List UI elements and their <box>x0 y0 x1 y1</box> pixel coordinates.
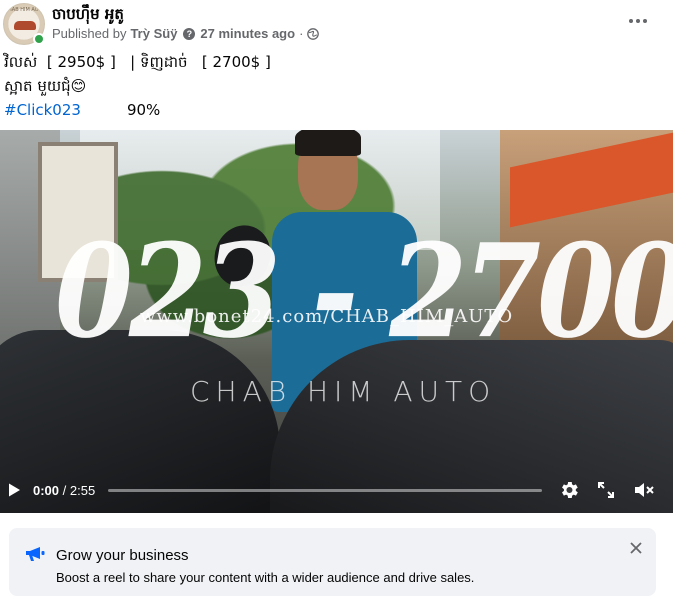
time-separator: / <box>59 483 70 498</box>
video-duration: 2:55 <box>69 483 96 498</box>
published-by-label: Published by <box>52 26 127 41</box>
post-caption: វិលស់ [ 2950$ ] | ទិញដាច់ [ 2700$ ] ស្អា… <box>4 52 271 124</box>
caption-tag-line: #Click023 90% <box>4 100 271 124</box>
video-player[interactable]: 023 - 2700$ www.bonet24.com/CHAB_HIM_AUT… <box>0 130 673 513</box>
condition-percent: 90% <box>126 101 161 119</box>
video-overlay-brand: CHAB HIM AUTO <box>190 375 497 408</box>
help-icon[interactable]: ? <box>183 27 196 40</box>
video-controls: 0:00 / 2:55 <box>0 472 673 508</box>
feed-post: CHAB HIM AUTO ចាបហ៊ឹម អូតូ Published by … <box>0 0 673 604</box>
hashtag-link[interactable]: #Click023 <box>4 101 81 119</box>
more-options-button[interactable] <box>625 8 651 34</box>
expand-icon[interactable] <box>597 481 615 499</box>
meta-separator: · <box>299 26 304 41</box>
more-dot <box>636 19 640 23</box>
boost-description: Boost a reel to share your content with … <box>56 570 475 585</box>
author-name-link[interactable]: Trỳ Süÿ <box>130 26 177 41</box>
post-meta: Published by Trỳ Süÿ ? 27 minutes ago · <box>52 26 320 41</box>
boost-title: Grow your business <box>56 547 189 564</box>
play-icon[interactable] <box>6 482 22 498</box>
video-scene-person-hair <box>295 130 361 156</box>
post-timestamp-link[interactable]: 27 minutes ago <box>200 26 295 41</box>
gear-icon[interactable] <box>558 479 580 501</box>
close-icon[interactable] <box>628 540 644 556</box>
current-time: 0:00 <box>33 483 60 498</box>
video-overlay-url: www.bonet24.com/CHAB_HIM_AUTO <box>140 306 514 327</box>
online-status-dot <box>33 33 45 45</box>
more-dot <box>643 19 647 23</box>
video-overlay-price: 023 - 2700$ <box>55 216 673 368</box>
video-progress-bar[interactable] <box>108 489 542 492</box>
more-dot <box>629 19 633 23</box>
globe-icon[interactable] <box>307 27 320 40</box>
video-time: 0:00 / 2:55 <box>33 483 95 498</box>
caption-price-line: វិលស់ [ 2950$ ] | ទិញដាច់ [ 2700$ ] <box>4 53 271 71</box>
caption-description-line: ស្អាត មួយជុំ😊 <box>4 77 87 95</box>
megaphone-icon <box>26 547 45 561</box>
avatar-car-graphic <box>14 21 36 30</box>
boost-reel-banner[interactable]: Grow your business Boost a reel to share… <box>9 528 656 596</box>
avatar-logo-text: CHAB HIM AUTO <box>4 7 45 13</box>
page-name-link[interactable]: ចាបហ៊ឹម អូតូ <box>52 5 124 27</box>
muted-speaker-icon[interactable] <box>633 480 655 500</box>
